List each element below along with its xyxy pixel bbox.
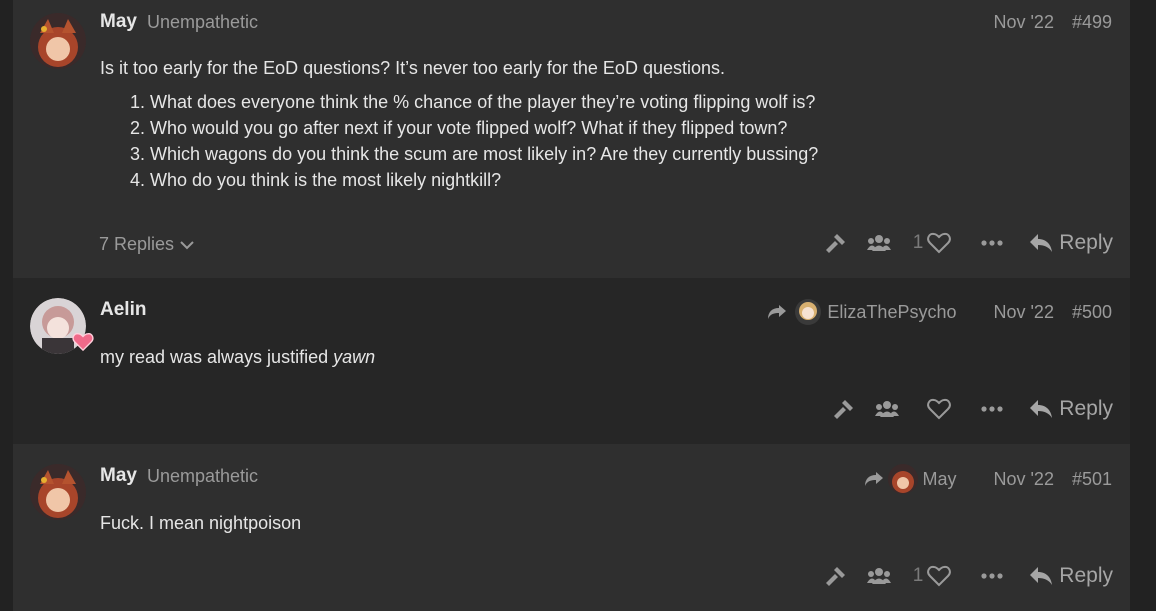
question-list: What does everyone think the % chance of… bbox=[100, 89, 1100, 193]
user-title: Unempathetic bbox=[147, 466, 259, 486]
post-actions: 1 Reply bbox=[805, 231, 1113, 255]
reply-to-link[interactable]: ElizaThePsycho bbox=[767, 299, 956, 325]
ellipsis-icon bbox=[981, 240, 1003, 246]
post-actions: 1 Reply bbox=[805, 564, 1113, 588]
list-item: What does everyone think the % chance of… bbox=[150, 89, 1100, 115]
replies-label: 7 Replies bbox=[99, 234, 175, 254]
list-item: Who would you go after next if your vote… bbox=[150, 115, 1100, 141]
author-name[interactable]: Aelin bbox=[100, 299, 146, 321]
heart-icon bbox=[927, 565, 952, 587]
more-button[interactable] bbox=[981, 240, 1003, 246]
reply-label: Reply bbox=[1059, 397, 1113, 420]
gavel-icon bbox=[825, 567, 845, 586]
replies-toggle-button[interactable]: 7 Replies bbox=[99, 234, 194, 255]
post-body: Fuck. I mean nightpoison bbox=[100, 510, 301, 536]
post-number[interactable]: #500 bbox=[1072, 302, 1112, 323]
post-intro: Is it too early for the EoD questions? I… bbox=[100, 58, 725, 78]
avatar[interactable] bbox=[30, 13, 86, 69]
reply-to-link[interactable]: May bbox=[864, 464, 956, 494]
reply-button[interactable]: Reply bbox=[1029, 397, 1113, 421]
like-button[interactable] bbox=[927, 398, 952, 420]
users-icon bbox=[866, 568, 891, 584]
list-item: Which wagons do you think the scum are m… bbox=[150, 141, 1100, 167]
reply-label: Reply bbox=[1059, 231, 1113, 254]
like-button[interactable]: 1 bbox=[913, 565, 952, 587]
invite-button[interactable] bbox=[866, 567, 891, 585]
more-button[interactable] bbox=[981, 573, 1003, 579]
post-meta: ElizaThePsycho Nov '22 #500 bbox=[767, 299, 1112, 325]
post-text: my read was always justified bbox=[100, 347, 334, 367]
invite-button[interactable] bbox=[866, 234, 891, 252]
invite-button[interactable] bbox=[875, 400, 900, 418]
reply-arrow-icon bbox=[1030, 400, 1053, 418]
user-title: Unempathetic bbox=[147, 12, 259, 32]
post-body: my read was always justified yawn bbox=[100, 344, 375, 370]
avatar[interactable] bbox=[30, 298, 94, 354]
users-icon bbox=[866, 235, 891, 251]
flag-button[interactable] bbox=[833, 398, 855, 420]
post-body: Is it too early for the EoD questions? I… bbox=[100, 55, 1100, 193]
ellipsis-icon bbox=[981, 406, 1003, 412]
heart-icon bbox=[927, 398, 952, 420]
heart-badge-icon bbox=[72, 333, 94, 352]
reply-label: Reply bbox=[1059, 564, 1113, 587]
reply-to-avatar bbox=[795, 299, 822, 325]
list-item: Who do you think is the most likely nigh… bbox=[150, 167, 1100, 193]
share-arrow-icon bbox=[865, 472, 884, 486]
ellipsis-icon bbox=[981, 573, 1003, 579]
flag-button[interactable] bbox=[825, 565, 847, 587]
chevron-down-icon bbox=[180, 240, 194, 249]
post-500: Aelin ElizaThePsycho Nov '22 #500 my rea… bbox=[13, 278, 1130, 444]
flag-button[interactable] bbox=[825, 232, 847, 254]
reply-to-name: ElizaThePsycho bbox=[827, 301, 957, 322]
post-text-italic: yawn bbox=[333, 347, 376, 367]
post-number[interactable]: #499 bbox=[1072, 12, 1112, 33]
post-499: May Unempathetic Nov '22 #499 Is it too … bbox=[13, 0, 1130, 278]
share-arrow-icon bbox=[768, 305, 787, 319]
post-date[interactable]: Nov '22 bbox=[993, 12, 1053, 33]
like-count: 1 bbox=[912, 565, 924, 586]
reply-to-name: May bbox=[922, 468, 957, 489]
author-name[interactable]: May bbox=[100, 11, 137, 33]
reply-to-avatar bbox=[888, 464, 919, 494]
like-button[interactable]: 1 bbox=[913, 232, 952, 254]
avatar[interactable] bbox=[30, 464, 86, 520]
post-actions: Reply bbox=[813, 397, 1113, 421]
post-501: May Unempathetic May Nov '22 #501 Fuck. … bbox=[13, 444, 1130, 611]
post-text: Fuck. I mean nightpoison bbox=[100, 513, 302, 533]
post-number[interactable]: #501 bbox=[1072, 469, 1112, 490]
more-button[interactable] bbox=[981, 406, 1003, 412]
reply-arrow-icon bbox=[1030, 234, 1053, 252]
post-meta: Nov '22 #499 bbox=[993, 12, 1112, 33]
gavel-icon bbox=[825, 234, 845, 253]
author-name[interactable]: May bbox=[100, 465, 137, 487]
like-count: 1 bbox=[912, 232, 924, 253]
reply-button[interactable]: Reply bbox=[1029, 231, 1113, 255]
reply-button[interactable]: Reply bbox=[1029, 564, 1113, 588]
reply-arrow-icon bbox=[1030, 567, 1053, 585]
heart-icon bbox=[927, 232, 952, 254]
post-date[interactable]: Nov '22 bbox=[993, 302, 1053, 323]
users-icon bbox=[875, 401, 900, 417]
post-meta: May Nov '22 #501 bbox=[864, 464, 1112, 494]
gavel-icon bbox=[834, 400, 854, 419]
post-date[interactable]: Nov '22 bbox=[993, 469, 1053, 490]
